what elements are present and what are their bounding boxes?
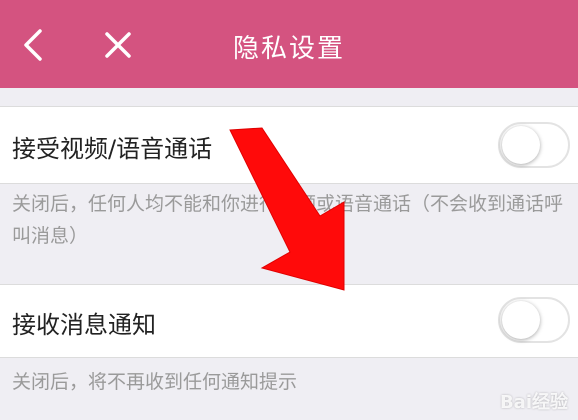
setting-row-video-call[interactable]: 接受视频/语音通话 <box>0 106 578 184</box>
baidu-watermark: Bai经验 <box>499 392 568 413</box>
setting-description-video-call: 关闭后，任何人均不能和你进行视频或语音通话（不会收到通话呼叫消息） <box>12 193 564 247</box>
app-header: 隐私设置 <box>0 0 578 88</box>
page-title: 隐私设置 <box>232 34 345 64</box>
message-notify-toggle[interactable] <box>498 297 570 343</box>
setting-label-video-call: 接受视频/语音通话 <box>12 135 213 163</box>
toggle-knob <box>502 126 540 164</box>
video-call-toggle[interactable] <box>498 122 570 168</box>
setting-label-message-notify: 接收消息通知 <box>12 311 156 339</box>
setting-row-message-notify[interactable]: 接收消息通知 <box>0 284 578 358</box>
toggle-knob <box>502 301 540 339</box>
setting-description-message-notify: 关闭后，将不再收到任何通知提示 <box>12 371 298 393</box>
